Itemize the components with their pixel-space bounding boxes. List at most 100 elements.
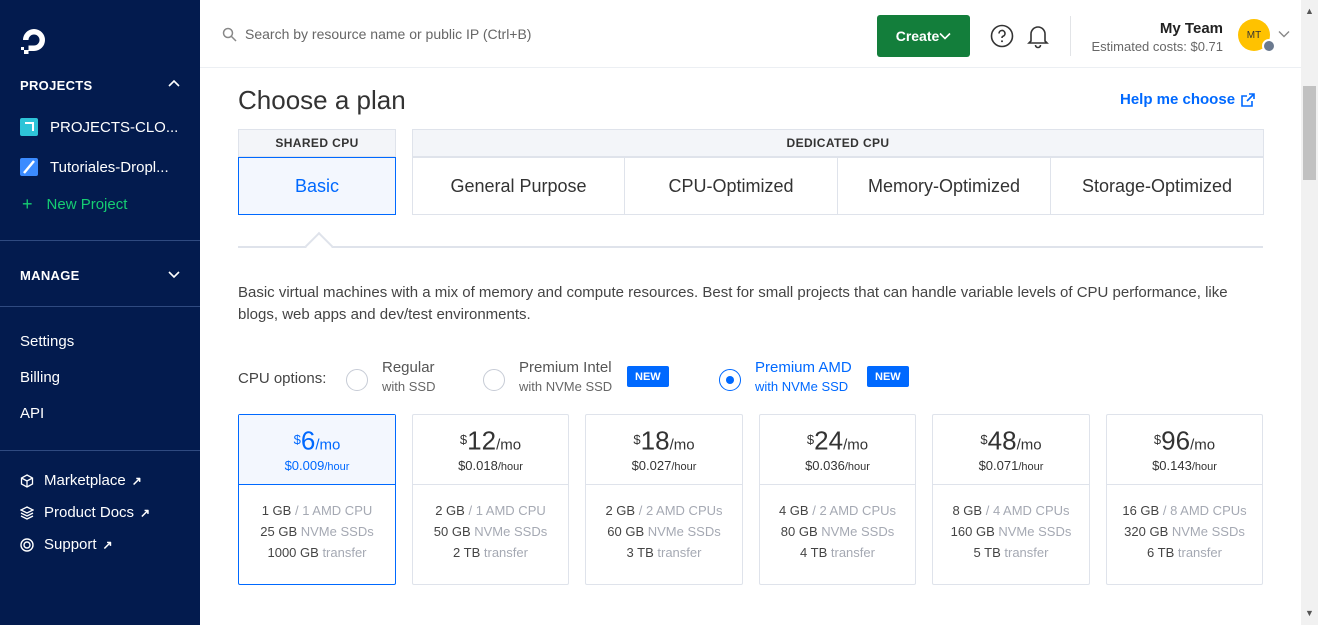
transfer: 2 TB xyxy=(453,545,481,560)
plan-card[interactable]: $12/mo $0.018/hour 2 GB / 1 AMD CPU 50 G… xyxy=(412,414,569,585)
cpu-separator: / xyxy=(291,503,303,518)
external-link-icon: ↗ xyxy=(102,537,113,552)
digitalocean-logo[interactable] xyxy=(18,24,50,56)
team-switcher[interactable]: My Team Estimated costs: $0.71 xyxy=(1091,20,1223,54)
support-label: Support xyxy=(44,536,97,553)
radio-regular[interactable] xyxy=(346,369,368,391)
cpu-option-premium-intel[interactable]: Premium Intel with NVMe SSD xyxy=(519,359,612,394)
external-link-icon: ↗ xyxy=(131,473,142,488)
monthly-price: $96/mo xyxy=(1107,427,1262,458)
chevron-down-icon[interactable] xyxy=(168,268,180,280)
cpu-option-premium-amd[interactable]: Premium AMD with NVMe SSD xyxy=(755,359,852,394)
memory: 2 GB xyxy=(605,503,636,518)
external-link-icon xyxy=(1241,92,1255,107)
cpu-option-regular[interactable]: Regular with SSD xyxy=(382,359,435,394)
estimated-costs: Estimated costs: $0.71 xyxy=(1091,39,1223,54)
transfer-suffix: transfer xyxy=(322,545,367,560)
hourly-price: $0.027/hour xyxy=(586,458,742,473)
chevron-down-icon xyxy=(939,32,951,40)
search-input[interactable]: Search by resource name or public IP (Ct… xyxy=(222,26,531,42)
sidebar-project-2[interactable]: Tutoriales-Dropl... xyxy=(20,158,190,176)
spec-ssd: 320 GB NVMe SSDs xyxy=(1107,521,1262,542)
help-icon[interactable] xyxy=(990,24,1014,48)
transfer-suffix: transfer xyxy=(1004,545,1049,560)
plan-card[interactable]: $96/mo $0.143/hour 16 GB / 8 AMD CPUs 32… xyxy=(1106,414,1263,585)
tab-basic[interactable]: Basic xyxy=(238,157,396,215)
per-hour: /hour xyxy=(1191,461,1217,474)
monthly-price: $48/mo xyxy=(933,427,1089,458)
spec-memory-cpu: 8 GB / 4 AMD CPUs xyxy=(933,500,1089,521)
sidebar-item-settings[interactable]: Settings xyxy=(20,333,74,350)
transfer: 4 TB xyxy=(800,545,828,560)
layers-icon xyxy=(20,505,34,520)
monthly-price: $24/mo xyxy=(760,427,915,458)
cpu-separator: / xyxy=(464,503,476,518)
create-button[interactable]: Create xyxy=(877,15,970,57)
ssd: 160 GB xyxy=(950,524,995,539)
plan-card[interactable]: $18/mo $0.027/hour 2 GB / 2 AMD CPUs 60 … xyxy=(585,414,743,585)
per-month: /mo xyxy=(843,436,869,454)
option-title: Premium Intel xyxy=(519,359,612,376)
projects-heading[interactable]: PROJECTS xyxy=(20,78,92,93)
page-title: Choose a plan xyxy=(238,85,406,115)
transfer: 3 TB xyxy=(626,545,654,560)
project-icon xyxy=(20,118,38,136)
scroll-up-arrow-icon[interactable]: ▲ xyxy=(1305,6,1314,16)
tab-cpu-optimized[interactable]: CPU-Optimized xyxy=(624,157,838,215)
ssd-suffix: NVMe SSDs xyxy=(474,524,548,539)
ssd-suffix: NVMe SSDs xyxy=(998,524,1072,539)
chevron-up-icon[interactable] xyxy=(168,78,180,90)
radio-premium-intel[interactable] xyxy=(483,369,505,391)
sidebar-divider xyxy=(0,306,200,307)
price-amount: 96 xyxy=(1161,425,1191,456)
plan-specs: 1 GB / 1 AMD CPU 25 GB NVMe SSDs 1000 GB… xyxy=(239,485,395,563)
plan-card[interactable]: $6/mo $0.009/hour 1 GB / 1 AMD CPU 25 GB… xyxy=(238,414,396,585)
scroll-down-arrow-icon[interactable]: ▼ xyxy=(1305,608,1314,618)
plan-specs: 8 GB / 4 AMD CPUs 160 GB NVMe SSDs 5 TB … xyxy=(933,485,1089,563)
memory: 8 GB xyxy=(952,503,983,518)
radio-premium-amd[interactable] xyxy=(719,369,741,391)
tab-general-purpose[interactable]: General Purpose xyxy=(412,157,625,215)
cpu-separator: / xyxy=(808,503,820,518)
manage-heading[interactable]: MANAGE xyxy=(20,268,80,283)
scrollbar-thumb[interactable] xyxy=(1303,86,1316,180)
per-hour: /hour xyxy=(497,461,523,474)
per-hour: /hour xyxy=(671,461,697,474)
sidebar-item-billing[interactable]: Billing xyxy=(20,369,60,386)
plan-card[interactable]: $24/mo $0.036/hour 4 GB / 2 AMD CPUs 80 … xyxy=(759,414,916,585)
hourly-amount: $0.009 xyxy=(284,458,325,474)
option-subtitle: with SSD xyxy=(382,379,436,394)
tab-storage-optimized[interactable]: Storage-Optimized xyxy=(1050,157,1264,215)
ssd: 60 GB xyxy=(607,524,645,539)
spec-ssd: 60 GB NVMe SSDs xyxy=(586,521,742,542)
spec-memory-cpu: 2 GB / 2 AMD CPUs xyxy=(586,500,742,521)
sidebar: PROJECTS PROJECTS-CLO... Tutoriales-Drop… xyxy=(0,0,200,625)
sidebar-item-marketplace[interactable]: Marketplace ↗ xyxy=(20,472,142,489)
plan-specs: 2 GB / 1 AMD CPU 50 GB NVMe SSDs 2 TB tr… xyxy=(413,485,568,563)
new-project-link[interactable]: + New Project xyxy=(22,195,127,213)
sidebar-project-1[interactable]: PROJECTS-CLO... xyxy=(20,118,190,136)
price-amount: 12 xyxy=(467,425,497,456)
hourly-amount: $0.071 xyxy=(978,458,1019,474)
spec-memory-cpu: 1 GB / 1 AMD CPU xyxy=(239,500,395,521)
sidebar-item-product-docs[interactable]: Product Docs ↗ xyxy=(20,504,150,521)
spec-memory-cpu: 2 GB / 1 AMD CPU xyxy=(413,500,568,521)
plan-specs: 16 GB / 8 AMD CPUs 320 GB NVMe SSDs 6 TB… xyxy=(1107,485,1262,563)
plan-specs: 2 GB / 2 AMD CPUs 60 GB NVMe SSDs 3 TB t… xyxy=(586,485,742,563)
memory: 4 GB xyxy=(778,503,809,518)
memory: 16 GB xyxy=(1122,503,1160,518)
plan-description: Basic virtual machines with a mix of mem… xyxy=(238,284,1228,323)
help-me-choose-link[interactable]: Help me choose xyxy=(1120,91,1255,108)
plus-icon: + xyxy=(22,194,33,214)
plan-card-price: $96/mo $0.143/hour xyxy=(1107,415,1262,485)
transfer: 1000 GB xyxy=(267,545,319,560)
sidebar-item-support[interactable]: Support ↗ xyxy=(20,536,113,553)
chevron-down-icon[interactable] xyxy=(1278,30,1290,38)
bell-icon[interactable] xyxy=(1026,23,1050,49)
currency: $ xyxy=(980,432,988,447)
option-title: Premium AMD xyxy=(755,359,852,376)
plan-card[interactable]: $48/mo $0.071/hour 8 GB / 4 AMD CPUs 160… xyxy=(932,414,1090,585)
tab-memory-optimized[interactable]: Memory-Optimized xyxy=(837,157,1051,215)
sidebar-item-api[interactable]: API xyxy=(20,405,44,422)
monthly-price: $6/mo xyxy=(239,427,395,458)
